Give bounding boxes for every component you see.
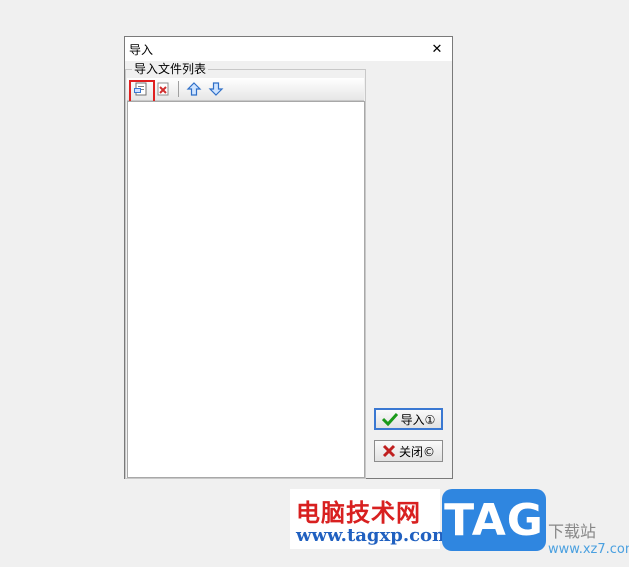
- watermark-right-text: 下载站: [548, 522, 597, 541]
- file-list[interactable]: [127, 101, 365, 478]
- watermark-title: 电脑技术网: [296, 499, 421, 527]
- tag-logo: TAG: [442, 489, 546, 551]
- close-button[interactable]: 关闭©: [374, 440, 443, 462]
- add-file-icon: [134, 82, 147, 96]
- arrow-down-icon: [208, 82, 224, 96]
- group-legend: 导入文件列表: [132, 62, 209, 76]
- cross-icon: [382, 444, 396, 458]
- file-list-toolbar: [127, 78, 364, 106]
- import-file-list-group: 导入文件列表: [125, 62, 366, 479]
- toolbar-separator: [178, 81, 179, 97]
- remove-file-button[interactable]: [154, 81, 172, 97]
- move-up-button[interactable]: [185, 81, 203, 97]
- arrow-up-icon: [186, 82, 202, 96]
- title-bar: 导入 ✕: [125, 37, 452, 61]
- add-file-button[interactable]: [132, 81, 150, 97]
- import-button[interactable]: 导入①: [374, 408, 443, 430]
- watermark-right-url: www.xz7.com: [548, 542, 629, 557]
- import-button-label: 导入①: [400, 412, 436, 427]
- check-icon: [381, 412, 398, 426]
- close-window-button[interactable]: ✕: [422, 37, 452, 61]
- watermark-banner: 电脑技术网 www.tagxp.com: [290, 489, 451, 549]
- watermark-url: www.tagxp.com: [296, 525, 452, 546]
- close-button-label: 关闭©: [398, 444, 435, 459]
- remove-file-icon: [157, 82, 169, 96]
- import-dialog: 导入 ✕ 导入文件列表 导入① 关闭©: [124, 36, 453, 479]
- move-down-button[interactable]: [207, 81, 225, 97]
- close-icon: ✕: [431, 41, 443, 57]
- window-title: 导入: [129, 43, 154, 57]
